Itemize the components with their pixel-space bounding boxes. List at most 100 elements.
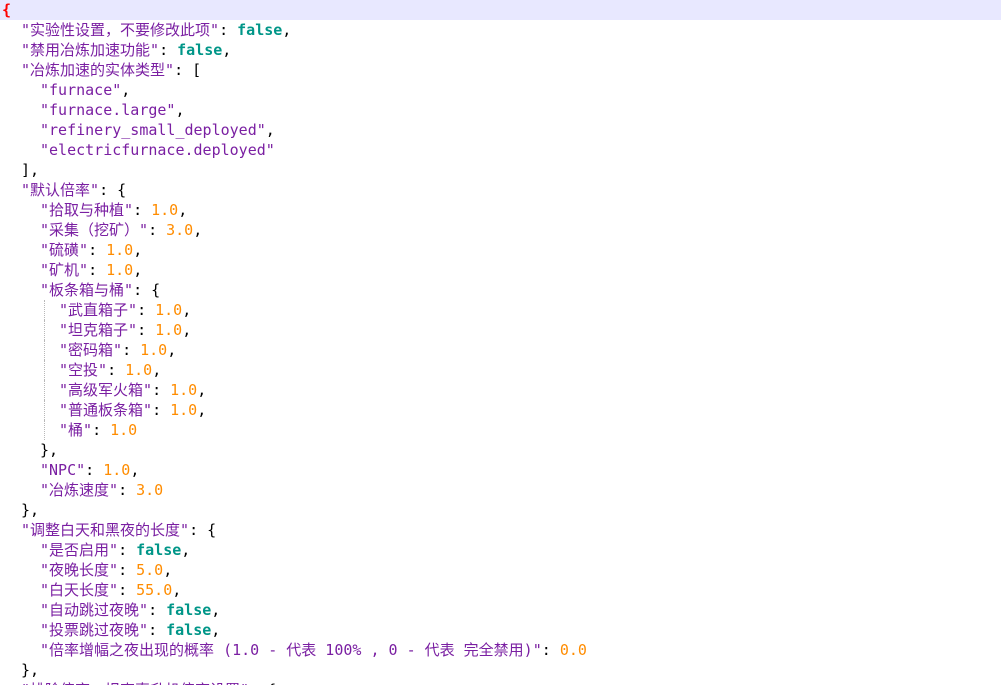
json-key: "硫磺" bbox=[40, 241, 89, 259]
json-key: "是否启用" bbox=[40, 541, 119, 559]
json-punctuation: , bbox=[133, 241, 143, 259]
json-punctuation: : bbox=[88, 241, 107, 259]
json-punctuation: , bbox=[121, 81, 131, 99]
code-line[interactable]: "高级军火箱": 1.0, bbox=[0, 380, 1001, 400]
json-number: 1.0 bbox=[155, 321, 183, 339]
code-line[interactable]: "实验性设置，不要修改此项": false, bbox=[0, 20, 1001, 40]
json-key: "白天长度" bbox=[40, 581, 119, 599]
json-punctuation: , bbox=[175, 101, 185, 119]
code-line[interactable]: "空投": 1.0, bbox=[0, 360, 1001, 380]
code-line[interactable]: "矿机": 1.0, bbox=[0, 260, 1001, 280]
json-boolean: false bbox=[136, 541, 182, 559]
code-line[interactable]: "自动跳过夜晚": false, bbox=[0, 600, 1001, 620]
json-punctuation: : { bbox=[99, 181, 127, 199]
json-punctuation: , bbox=[178, 201, 188, 219]
json-key: "自动跳过夜晚" bbox=[40, 601, 149, 619]
indent-guide bbox=[44, 360, 45, 380]
code-line[interactable]: "默认倍率": { bbox=[0, 180, 1001, 200]
code-line[interactable]: "禁用冶炼加速功能": false, bbox=[0, 40, 1001, 60]
json-punctuation: , bbox=[282, 21, 292, 39]
json-key: "坦克箱子" bbox=[59, 321, 138, 339]
code-line[interactable]: "NPC": 1.0, bbox=[0, 460, 1001, 480]
indent-guide bbox=[44, 340, 45, 360]
code-line[interactable]: "硫磺": 1.0, bbox=[0, 240, 1001, 260]
json-number: 55.0 bbox=[136, 581, 173, 599]
json-number: 1.0 bbox=[140, 341, 168, 359]
json-punctuation: }, bbox=[21, 501, 40, 519]
json-punctuation: : bbox=[118, 541, 137, 559]
code-line[interactable]: "furnace", bbox=[0, 80, 1001, 100]
json-number: 0.0 bbox=[559, 641, 587, 659]
code-line[interactable]: "拾取与种植": 1.0, bbox=[0, 200, 1001, 220]
json-punctuation: : bbox=[148, 621, 167, 639]
code-line[interactable]: ], bbox=[0, 160, 1001, 180]
json-key: "拾取与种植" bbox=[40, 201, 134, 219]
json-key: "空投" bbox=[59, 361, 108, 379]
json-number: 5.0 bbox=[136, 561, 164, 579]
json-number: 1.0 bbox=[106, 261, 134, 279]
code-line[interactable]: "密码箱": 1.0, bbox=[0, 340, 1001, 360]
code-line[interactable]: "调整白天和黑夜的长度": { bbox=[0, 520, 1001, 540]
json-number: 1.0 bbox=[170, 401, 198, 419]
json-key: "调整白天和黑夜的长度" bbox=[21, 521, 190, 539]
json-key: "采集（挖矿）" bbox=[40, 221, 149, 239]
json-number: 1.0 bbox=[103, 461, 131, 479]
json-punctuation: , bbox=[193, 221, 203, 239]
json-punctuation: , bbox=[182, 301, 192, 319]
json-key: "高级军火箱" bbox=[59, 381, 153, 399]
code-line[interactable]: "是否启用": false, bbox=[0, 540, 1001, 560]
json-punctuation: ], bbox=[21, 161, 40, 179]
code-line[interactable]: "坦克箱子": 1.0, bbox=[0, 320, 1001, 340]
json-key: "矿机" bbox=[40, 261, 89, 279]
json-punctuation: : { bbox=[249, 681, 276, 685]
json-punctuation: , bbox=[130, 461, 140, 479]
indent-guide bbox=[44, 420, 45, 440]
json-punctuation: : { bbox=[189, 521, 217, 539]
json-key: "禁用冶炼加速功能" bbox=[21, 41, 160, 59]
code-line[interactable]: "furnace.large", bbox=[0, 100, 1001, 120]
code-editor[interactable]: {"实验性设置，不要修改此项": false, "禁用冶炼加速功能": false… bbox=[0, 0, 1001, 685]
indent-guide bbox=[44, 320, 45, 340]
json-punctuation: : bbox=[107, 361, 126, 379]
json-key: "夜晚长度" bbox=[40, 561, 119, 579]
json-punctuation: : bbox=[148, 221, 167, 239]
code-line[interactable]: "采集（挖矿）": 3.0, bbox=[0, 220, 1001, 240]
json-key: "桶" bbox=[59, 421, 93, 439]
code-line[interactable]: "武直箱子": 1.0, bbox=[0, 300, 1001, 320]
code-line[interactable]: "electricfurnace.deployed" bbox=[0, 140, 1001, 160]
code-line[interactable]: "普通板条箱": 1.0, bbox=[0, 400, 1001, 420]
code-line[interactable]: "refinery_small_deployed", bbox=[0, 120, 1001, 140]
json-boolean: false bbox=[166, 601, 212, 619]
json-boolean: false bbox=[166, 621, 212, 639]
current-line[interactable]: { bbox=[0, 0, 1001, 20]
code-line[interactable]: }, bbox=[0, 660, 1001, 680]
json-boolean: false bbox=[177, 41, 223, 59]
json-number: 3.0 bbox=[166, 221, 194, 239]
json-punctuation: : bbox=[541, 641, 560, 659]
code-line[interactable]: }, bbox=[0, 500, 1001, 520]
json-punctuation: : bbox=[118, 481, 137, 499]
matched-brace: { bbox=[2, 1, 12, 19]
json-number: 1.0 bbox=[110, 421, 138, 439]
json-punctuation: }, bbox=[40, 441, 59, 459]
json-punctuation: , bbox=[211, 621, 221, 639]
code-line[interactable]: "排除倍率，坦克直升机倍率设置": { bbox=[0, 680, 1001, 685]
code-line[interactable]: "板条箱与桶": { bbox=[0, 280, 1001, 300]
json-number: 1.0 bbox=[155, 301, 183, 319]
json-punctuation: : bbox=[133, 201, 152, 219]
code-line[interactable]: "投票跳过夜晚": false, bbox=[0, 620, 1001, 640]
json-boolean: false bbox=[237, 21, 283, 39]
code-line[interactable]: "夜晚长度": 5.0, bbox=[0, 560, 1001, 580]
json-punctuation: , bbox=[172, 581, 182, 599]
code-line[interactable]: "冶炼速度": 3.0 bbox=[0, 480, 1001, 500]
code-line[interactable]: "白天长度": 55.0, bbox=[0, 580, 1001, 600]
json-punctuation: , bbox=[197, 381, 207, 399]
json-key: "倍率增幅之夜出现的概率 (1.0 - 代表 100% , 0 - 代表 完全禁… bbox=[40, 641, 542, 659]
code-line[interactable]: "桶": 1.0 bbox=[0, 420, 1001, 440]
json-punctuation: , bbox=[265, 121, 275, 139]
code-line[interactable]: "冶炼加速的实体类型": [ bbox=[0, 60, 1001, 80]
json-number: 1.0 bbox=[170, 381, 198, 399]
code-line[interactable]: }, bbox=[0, 440, 1001, 460]
code-line[interactable]: "倍率增幅之夜出现的概率 (1.0 - 代表 100% , 0 - 代表 完全禁… bbox=[0, 640, 1001, 660]
json-key: "排除倍率，坦克直升机倍率设置" bbox=[21, 681, 249, 685]
